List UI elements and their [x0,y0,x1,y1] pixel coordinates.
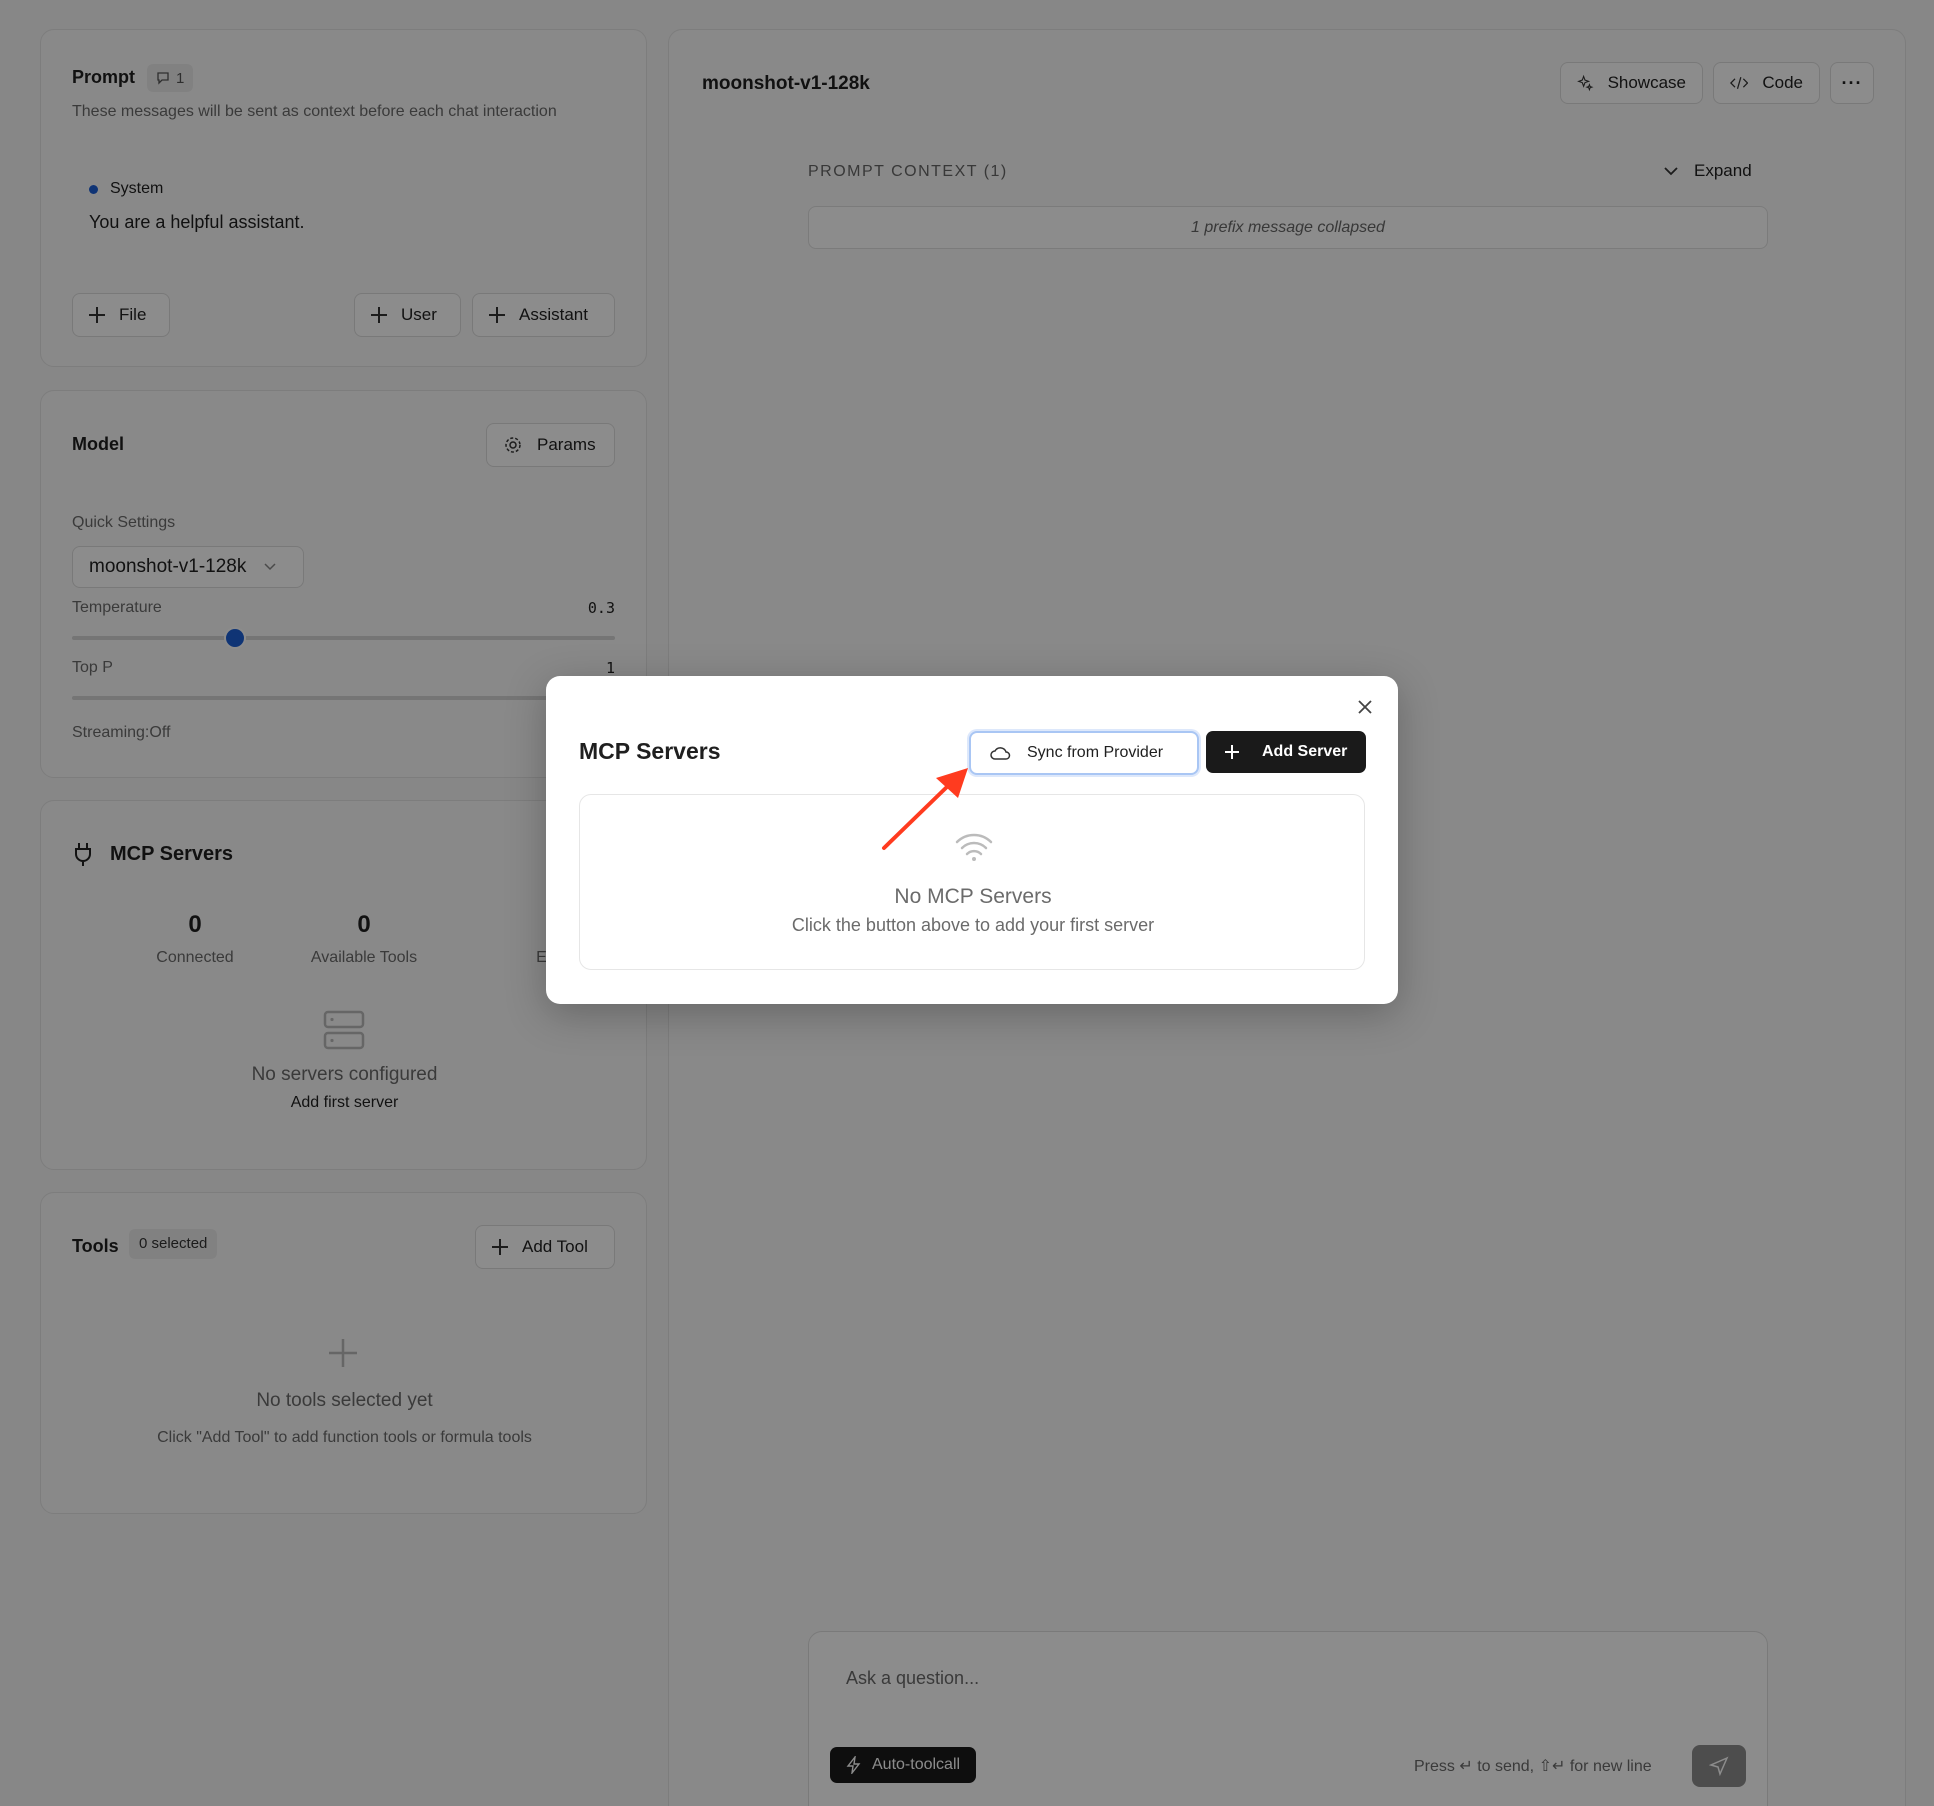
modal-empty-title: No MCP Servers [894,885,1052,908]
add-server-button[interactable]: Add Server [1206,731,1366,773]
plus-icon [1225,745,1239,759]
sync-from-provider-button[interactable]: Sync from Provider [969,731,1199,775]
modal-title: MCP Servers [579,738,721,764]
close-icon[interactable] [1357,699,1373,715]
sync-label: Sync from Provider [1027,744,1164,761]
add-server-label: Add Server [1262,743,1348,760]
modal-empty-hint: Click the button above to add your first… [791,915,1155,935]
cloud-icon [990,747,1011,760]
annotation-arrow-icon [882,768,968,850]
